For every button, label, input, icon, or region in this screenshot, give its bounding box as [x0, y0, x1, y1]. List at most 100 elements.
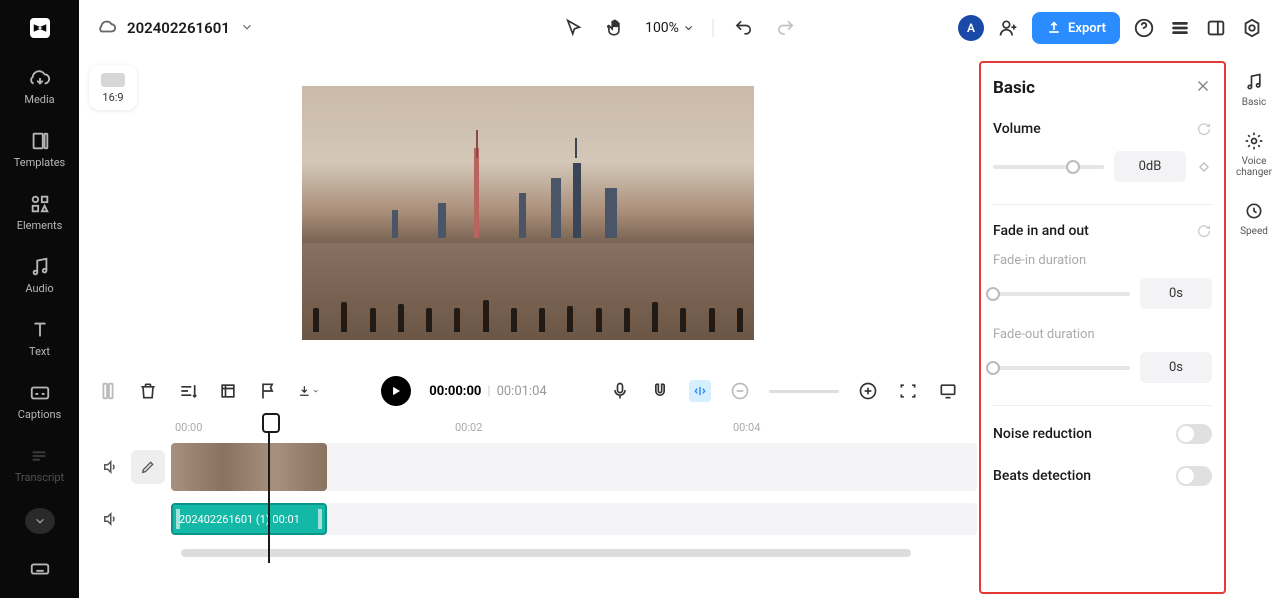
export-button[interactable]: Export: [1032, 12, 1120, 44]
text-icon: [29, 319, 51, 341]
queue-icon[interactable]: [1168, 16, 1192, 40]
panels-icon[interactable]: [1204, 16, 1228, 40]
reset-icon[interactable]: [1196, 121, 1212, 137]
aspect-chip[interactable]: 16:9: [89, 65, 137, 110]
aspect-label: 16:9: [102, 91, 123, 104]
divider: [713, 19, 714, 37]
crop-button[interactable]: [217, 380, 239, 402]
pencil-icon[interactable]: [131, 450, 165, 484]
cloud-icon: [95, 15, 117, 41]
preview-mode-button[interactable]: [937, 380, 959, 402]
rail-audio-label: Audio: [25, 282, 53, 295]
templates-icon: [29, 130, 51, 152]
transcript-icon: [28, 445, 50, 467]
fade-in-value[interactable]: 0s: [1140, 278, 1212, 309]
duration: 00:01:04: [497, 384, 547, 399]
redo-button[interactable]: [774, 16, 798, 40]
timeline-controls: 00:00:00 | 00:01:04: [79, 369, 977, 413]
captions-icon: [29, 382, 51, 404]
noise-reduction-toggle[interactable]: [1176, 424, 1212, 444]
horizontal-scrollbar[interactable]: [181, 549, 911, 557]
hand-tool[interactable]: [603, 16, 627, 40]
left-rail: Media Templates Elements Audio Text Capt…: [0, 0, 79, 598]
right-panels: Basic Volume 0dB: [977, 57, 1280, 598]
rail-expand-button[interactable]: [25, 508, 55, 534]
download-button[interactable]: [297, 380, 319, 402]
close-icon[interactable]: [1194, 77, 1212, 99]
rail-text-label: Text: [29, 345, 50, 358]
playhead[interactable]: [268, 413, 270, 563]
app-logo[interactable]: [22, 12, 58, 43]
tracks: 202402261601 (1) 00:01: [95, 443, 977, 543]
undo-button[interactable]: [732, 16, 756, 40]
rail-captions-label: Captions: [18, 408, 62, 421]
fade-in-slider[interactable]: [993, 292, 1130, 296]
avatar[interactable]: A: [958, 15, 984, 41]
project-title[interactable]: 202402261601: [95, 15, 254, 41]
audio-clip[interactable]: 202402261601 (1) 00:01: [171, 503, 327, 535]
volume-slider[interactable]: [993, 165, 1104, 169]
rr-basic[interactable]: Basic: [1242, 71, 1267, 108]
rail-media[interactable]: Media: [24, 67, 54, 106]
volume-section: Volume 0dB: [993, 121, 1212, 182]
snap-button[interactable]: [689, 380, 711, 402]
rr-basic-label: Basic: [1242, 97, 1267, 108]
delete-button[interactable]: [137, 380, 159, 402]
rail-transcript[interactable]: Transcript: [15, 445, 64, 484]
split-tool[interactable]: [97, 380, 119, 402]
noise-reduction-row: Noise reduction: [993, 424, 1212, 444]
rr-voice-changer[interactable]: Voice changer: [1228, 130, 1280, 178]
topbar: 202402261601 100% A Export: [79, 0, 1280, 57]
beats-detection-row: Beats detection: [993, 466, 1212, 486]
keyboard-icon[interactable]: [29, 558, 51, 584]
slider-thumb[interactable]: [986, 287, 1000, 301]
ruler[interactable]: 00:00 00:02 00:04: [165, 413, 977, 443]
zoom-slider[interactable]: [769, 390, 839, 393]
rail-elements[interactable]: Elements: [17, 193, 63, 232]
fade-out-value[interactable]: 0s: [1140, 352, 1212, 383]
rail-templates[interactable]: Templates: [14, 130, 65, 169]
beats-detection-toggle[interactable]: [1176, 466, 1212, 486]
preview-area[interactable]: [79, 57, 977, 369]
fade-out-label: Fade-out duration: [993, 327, 1212, 342]
zoom-out-button[interactable]: [729, 380, 751, 402]
audio-track-body[interactable]: 202402261601 (1) 00:01: [171, 503, 977, 535]
rr-voice-label: Voice changer: [1228, 156, 1280, 178]
play-button[interactable]: [381, 376, 411, 406]
speaker-icon[interactable]: [95, 458, 125, 476]
time-display: 00:00:00 | 00:01:04: [429, 384, 546, 399]
fade-out-slider[interactable]: [993, 366, 1130, 370]
properties-panel: Basic Volume 0dB: [979, 61, 1226, 594]
noise-reduction-label: Noise reduction: [993, 426, 1092, 442]
magnet-button[interactable]: [649, 380, 671, 402]
rail-transcript-label: Transcript: [15, 471, 64, 484]
ruler-tick: 00:02: [455, 421, 482, 434]
speaker-icon[interactable]: [95, 510, 125, 528]
slider-thumb[interactable]: [1066, 160, 1080, 174]
rail-audio[interactable]: Audio: [25, 256, 53, 295]
cursor-tool[interactable]: [561, 16, 585, 40]
zoom-in-button[interactable]: [857, 380, 879, 402]
rr-speed-label: Speed: [1240, 226, 1268, 237]
keyframe-icon[interactable]: [1196, 159, 1212, 175]
settings-icon[interactable]: [1240, 16, 1264, 40]
work-area: 16:9: [79, 57, 1280, 598]
fit-button[interactable]: [897, 380, 919, 402]
rail-text[interactable]: Text: [29, 319, 51, 358]
volume-value[interactable]: 0dB: [1114, 151, 1186, 182]
right-rail: Basic Voice changer Speed: [1228, 57, 1280, 598]
volume-label: Volume: [993, 121, 1041, 137]
zoom-level[interactable]: 100%: [645, 20, 695, 36]
help-icon[interactable]: [1132, 16, 1156, 40]
video-clip[interactable]: [171, 443, 327, 491]
flag-button[interactable]: [257, 380, 279, 402]
reset-icon[interactable]: [1196, 223, 1212, 239]
rail-captions[interactable]: Captions: [18, 382, 62, 421]
sort-button[interactable]: [177, 380, 199, 402]
slider-thumb[interactable]: [986, 361, 1000, 375]
video-track-body[interactable]: [171, 443, 977, 491]
mic-button[interactable]: [609, 380, 631, 402]
rr-speed[interactable]: Speed: [1240, 200, 1268, 237]
beats-detection-label: Beats detection: [993, 468, 1091, 484]
add-user-icon[interactable]: [996, 16, 1020, 40]
